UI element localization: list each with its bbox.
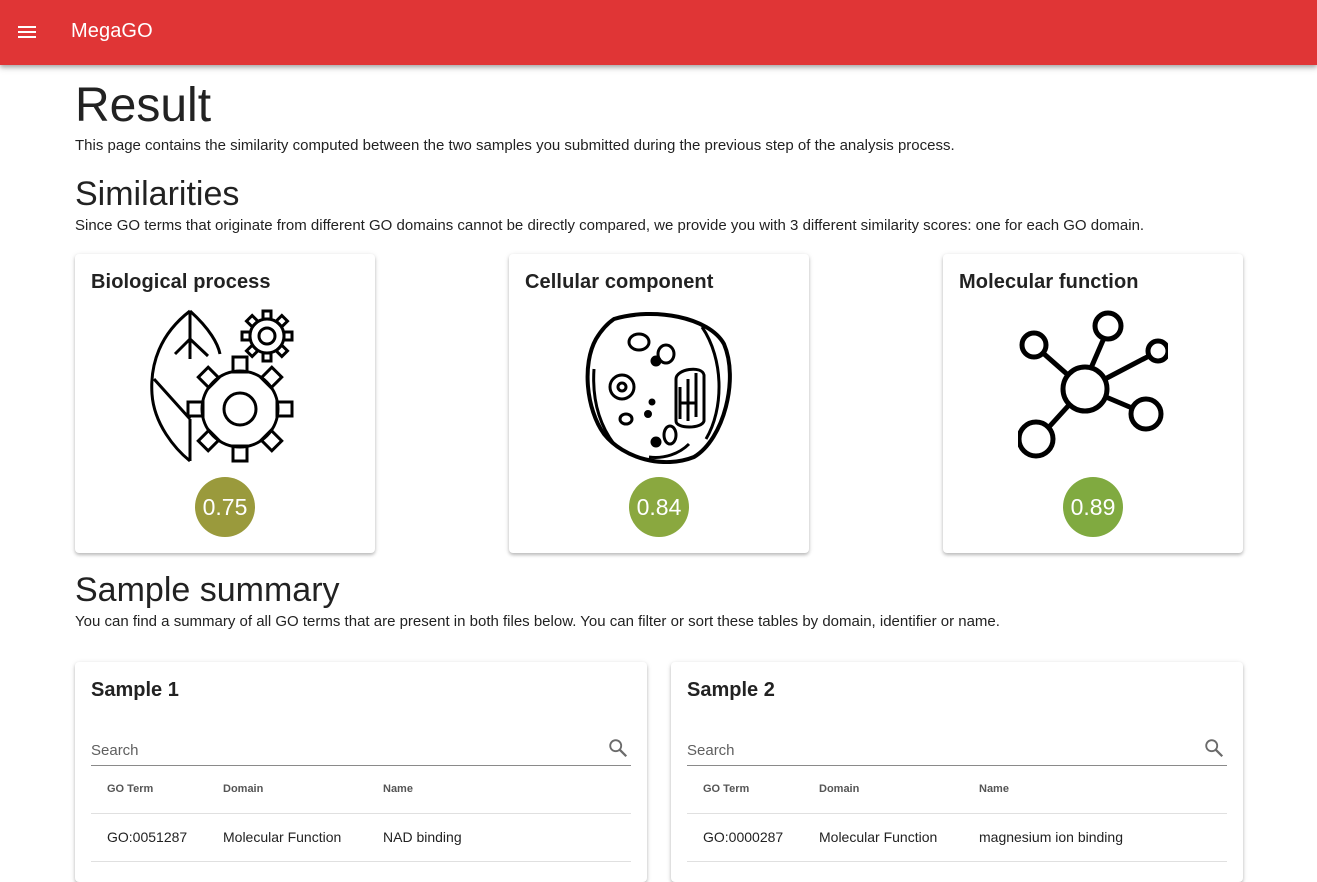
go-terms-table: GO Term Domain Name GO:0000287 Molecular… xyxy=(687,766,1227,862)
search-icon[interactable] xyxy=(607,737,629,759)
app-bar: MegaGO xyxy=(0,0,1317,65)
go-terms-table: GO Term Domain Name GO:0051287 Molecular… xyxy=(91,766,631,862)
go-term-cell: GO:0000287 xyxy=(687,813,819,862)
search-input[interactable] xyxy=(687,740,1187,760)
menu-icon xyxy=(18,26,36,38)
card-title: Molecular function xyxy=(959,271,1139,293)
name-cell: NAD binding xyxy=(383,813,631,862)
column-header-name[interactable]: Name xyxy=(383,766,631,814)
score-badge: 0.84 xyxy=(629,477,689,537)
table-header-row: GO Term Domain Name xyxy=(91,766,631,814)
column-header-name[interactable]: Name xyxy=(979,766,1227,814)
column-header-go-term[interactable]: GO Term xyxy=(91,766,223,814)
sample-summary-description: You can find a summary of all GO terms t… xyxy=(75,613,1000,630)
column-header-go-term[interactable]: GO Term xyxy=(687,766,819,814)
result-description: This page contains the similarity comput… xyxy=(75,137,955,154)
app-title: MegaGO xyxy=(71,20,153,42)
page-title: Result xyxy=(75,79,212,132)
card-title: Sample 1 xyxy=(91,679,179,701)
table-row: GO:0000287 Molecular Function magnesium … xyxy=(687,813,1227,862)
similarity-card-biological-process: Biological process 0.75 xyxy=(75,254,375,553)
similarities-description: Since GO terms that originate from diffe… xyxy=(75,217,1145,234)
molecule-icon xyxy=(1018,310,1168,459)
similarity-card-cellular-component: Cellular component 0.84 xyxy=(509,254,809,553)
column-header-domain[interactable]: Domain xyxy=(223,766,383,814)
score-badge: 0.75 xyxy=(195,477,255,537)
cell-icon xyxy=(585,312,732,464)
search-field xyxy=(687,736,1227,766)
search-icon[interactable] xyxy=(1203,737,1225,759)
card-title: Biological process xyxy=(91,271,271,293)
column-header-domain[interactable]: Domain xyxy=(819,766,979,814)
similarities-heading: Similarities xyxy=(75,175,240,213)
sample-card-1: Sample 1 GO Term Domain Name GO:0051287 … xyxy=(75,662,647,882)
domain-cell: Molecular Function xyxy=(223,813,383,862)
table-row: GO:0051287 Molecular Function NAD bindin… xyxy=(91,813,631,862)
search-field xyxy=(91,736,631,766)
card-title: Sample 2 xyxy=(687,679,775,701)
menu-button[interactable] xyxy=(12,17,42,47)
sample-card-2: Sample 2 GO Term Domain Name GO:0000287 … xyxy=(671,662,1243,882)
score-badge: 0.89 xyxy=(1063,477,1123,537)
search-input[interactable] xyxy=(91,740,591,760)
card-title: Cellular component xyxy=(525,271,714,293)
table-header-row: GO Term Domain Name xyxy=(687,766,1227,814)
domain-cell: Molecular Function xyxy=(819,813,979,862)
similarity-card-molecular-function: Molecular function 0.89 xyxy=(943,254,1243,553)
name-cell: magnesium ion binding xyxy=(979,813,1227,862)
sample-summary-heading: Sample summary xyxy=(75,571,340,609)
biological-process-icon xyxy=(150,309,294,463)
go-term-cell: GO:0051287 xyxy=(91,813,223,862)
